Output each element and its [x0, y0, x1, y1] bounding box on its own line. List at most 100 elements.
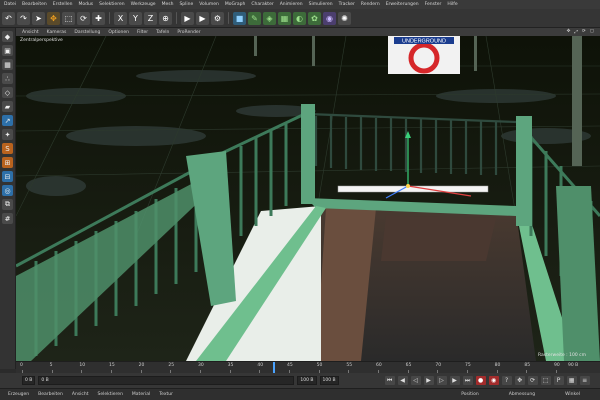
symmetry-icon[interactable]: ⧉ — [2, 199, 13, 210]
zoom-view-icon[interactable]: ⤢ — [574, 29, 578, 35]
deformer-icon[interactable]: ◐ — [293, 11, 306, 25]
maximize-view-icon[interactable]: ▢ — [590, 29, 594, 35]
menu-item-spline[interactable]: Spline — [179, 2, 193, 7]
menu-item-mesh[interactable]: Mesh — [162, 2, 174, 7]
coordinate-system-icon[interactable]: ⊕ — [159, 11, 172, 25]
play-icon[interactable]: ▶ — [423, 376, 434, 385]
start-frame-field[interactable]: 0 B — [22, 376, 36, 385]
key-scale-icon[interactable]: ⬚ — [540, 376, 551, 385]
tweak-icon[interactable]: ✦ — [2, 129, 13, 140]
make-editable-icon[interactable]: ◆ — [2, 31, 13, 42]
bottom-menu-textur[interactable]: Textur — [159, 392, 173, 397]
render-view-icon[interactable]: ▶ — [181, 11, 194, 25]
current-frame-field[interactable]: 0 B — [38, 376, 295, 385]
3d-viewport[interactable]: UNDERGROUND Zentralperspektive Rasterwei… — [16, 36, 600, 361]
menu-item-erstellen[interactable]: Erstellen — [53, 2, 73, 7]
redo-icon[interactable]: ↷ — [17, 11, 30, 25]
menu-item-datei[interactable]: Datei — [4, 2, 16, 7]
menu-item-modus[interactable]: Modus — [78, 2, 93, 7]
workplane-icon[interactable]: ⊞ — [2, 157, 13, 168]
preview-end-field[interactable]: 100 B — [319, 376, 339, 385]
menu-item-rendern[interactable]: Rendern — [361, 2, 380, 7]
viewport-menu-kameras[interactable]: Kameras — [47, 30, 67, 35]
cube-icon[interactable]: ■ — [233, 11, 246, 25]
go-to-end-icon[interactable]: ⏭ — [462, 376, 473, 385]
key-pla-icon[interactable]: ▦ — [566, 376, 577, 385]
scale-tool-icon[interactable]: ⬚ — [62, 11, 75, 25]
texture-mode-icon[interactable]: ▦ — [2, 59, 13, 70]
menu-item-hilfe[interactable]: Hilfe — [447, 2, 457, 7]
bottom-menu-selektieren[interactable]: Selektieren — [98, 392, 123, 397]
grid-icon[interactable]: # — [2, 213, 13, 224]
menu-item-erweiterungen[interactable]: Erweiterungen — [386, 2, 419, 7]
bottom-menu-ansicht[interactable]: Ansicht — [72, 392, 89, 397]
menu-item-mograph[interactable]: MoGraph — [225, 2, 245, 7]
menu-item-simulieren[interactable]: Simulieren — [309, 2, 333, 7]
key-rotation-icon[interactable]: ⟳ — [527, 376, 538, 385]
pen-icon[interactable]: ✎ — [248, 11, 261, 25]
grid-distance-readout: Rasterweite : 100 cm — [538, 353, 586, 358]
viewport-menu-filter[interactable]: Filter — [137, 30, 148, 35]
menu-item-volumen[interactable]: Volumen — [199, 2, 219, 7]
light-icon[interactable]: ✺ — [338, 11, 351, 25]
timeline-tick-label: 15 — [109, 363, 115, 368]
lock-workplane-icon[interactable]: ⊟ — [2, 171, 13, 182]
menu-item-animieren[interactable]: Animieren — [280, 2, 303, 7]
record-icon[interactable]: ● — [475, 376, 486, 385]
keyframe-selection-icon[interactable]: ? — [501, 376, 512, 385]
menu-item-werkzeuge[interactable]: Werkzeuge — [131, 2, 156, 7]
bottom-menu-material[interactable]: Material — [132, 392, 150, 397]
auto-key-icon[interactable]: ◉ — [488, 376, 499, 385]
subdivision-icon[interactable]: ◈ — [263, 11, 276, 25]
render-settings-icon[interactable]: ⚙ — [211, 11, 224, 25]
viewport-menu-ansicht[interactable]: Ansicht — [22, 30, 39, 35]
bottom-menu-bearbeiten[interactable]: Bearbeiten — [38, 392, 63, 397]
timeline-tick-label: 60 — [376, 363, 382, 368]
viewport-menu-tafeln[interactable]: Tafeln — [156, 30, 169, 35]
menu-item-charakter[interactable]: Charakter — [251, 2, 273, 7]
model-mode-icon[interactable]: ▣ — [2, 45, 13, 56]
key-param-icon[interactable]: P — [553, 376, 564, 385]
main-menubar: Datei Bearbeiten Erstellen Modus Selekti… — [0, 0, 600, 9]
viewport-nav-icons: ✥ ⤢ ⟳ ▢ — [567, 29, 594, 35]
menu-item-tracker[interactable]: Tracker — [339, 2, 355, 7]
y-axis-icon[interactable]: Y — [129, 11, 142, 25]
camera-icon[interactable]: ◉ — [323, 11, 336, 25]
snap-icon[interactable]: S — [2, 143, 13, 154]
next-key-icon[interactable]: ▶ — [449, 376, 460, 385]
edges-mode-icon[interactable]: ◇ — [2, 87, 13, 98]
points-mode-icon[interactable]: ∴ — [2, 73, 13, 84]
key-position-icon[interactable]: ✥ — [514, 376, 525, 385]
last-tool-icon[interactable]: ✚ — [92, 11, 105, 25]
prev-key-icon[interactable]: ◀ — [397, 376, 408, 385]
solo-icon[interactable]: ◎ — [2, 185, 13, 196]
render-picture-icon[interactable]: ▶ — [196, 11, 209, 25]
polygons-mode-icon[interactable]: ▰ — [2, 101, 13, 112]
viewport-menu-darstellung[interactable]: Darstellung — [74, 30, 100, 35]
environment-icon[interactable]: ✿ — [308, 11, 321, 25]
timeline-tick-label: 70 — [435, 363, 442, 368]
x-axis-icon[interactable]: X — [114, 11, 127, 25]
z-axis-icon[interactable]: Z — [144, 11, 157, 25]
prev-frame-icon[interactable]: ◁ — [410, 376, 421, 385]
viewport-menu-optionen[interactable]: Optionen — [108, 30, 129, 35]
end-frame-field[interactable]: 100 B — [297, 376, 317, 385]
select-arrow-icon[interactable]: ➤ — [32, 11, 45, 25]
viewport-camera-label[interactable]: Zentralperspektive — [20, 38, 63, 43]
menu-item-fenster[interactable]: Fenster — [425, 2, 442, 7]
next-frame-icon[interactable]: ▷ — [436, 376, 447, 385]
bottom-menu-erzeugen[interactable]: Erzeugen — [8, 392, 29, 397]
axis-mode-icon[interactable]: ↗ — [2, 115, 13, 126]
array-icon[interactable]: ▦ — [278, 11, 291, 25]
go-to-start-icon[interactable]: ⏮ — [384, 376, 395, 385]
undo-icon[interactable]: ↶ — [2, 11, 15, 25]
menu-item-bearbeiten[interactable]: Bearbeiten — [22, 2, 47, 7]
viewport-menu-prorender[interactable]: ProRender — [177, 30, 200, 35]
timeline-tick-label: 80 — [494, 363, 501, 368]
timeline-menu-icon[interactable]: ≡ — [579, 376, 590, 385]
move-view-icon[interactable]: ✥ — [567, 29, 571, 35]
move-tool-icon[interactable]: ✥ — [47, 11, 60, 25]
rotate-tool-icon[interactable]: ⟳ — [77, 11, 90, 25]
menu-item-selektieren[interactable]: Selektieren — [99, 2, 124, 7]
rotate-view-icon[interactable]: ⟳ — [582, 29, 586, 35]
